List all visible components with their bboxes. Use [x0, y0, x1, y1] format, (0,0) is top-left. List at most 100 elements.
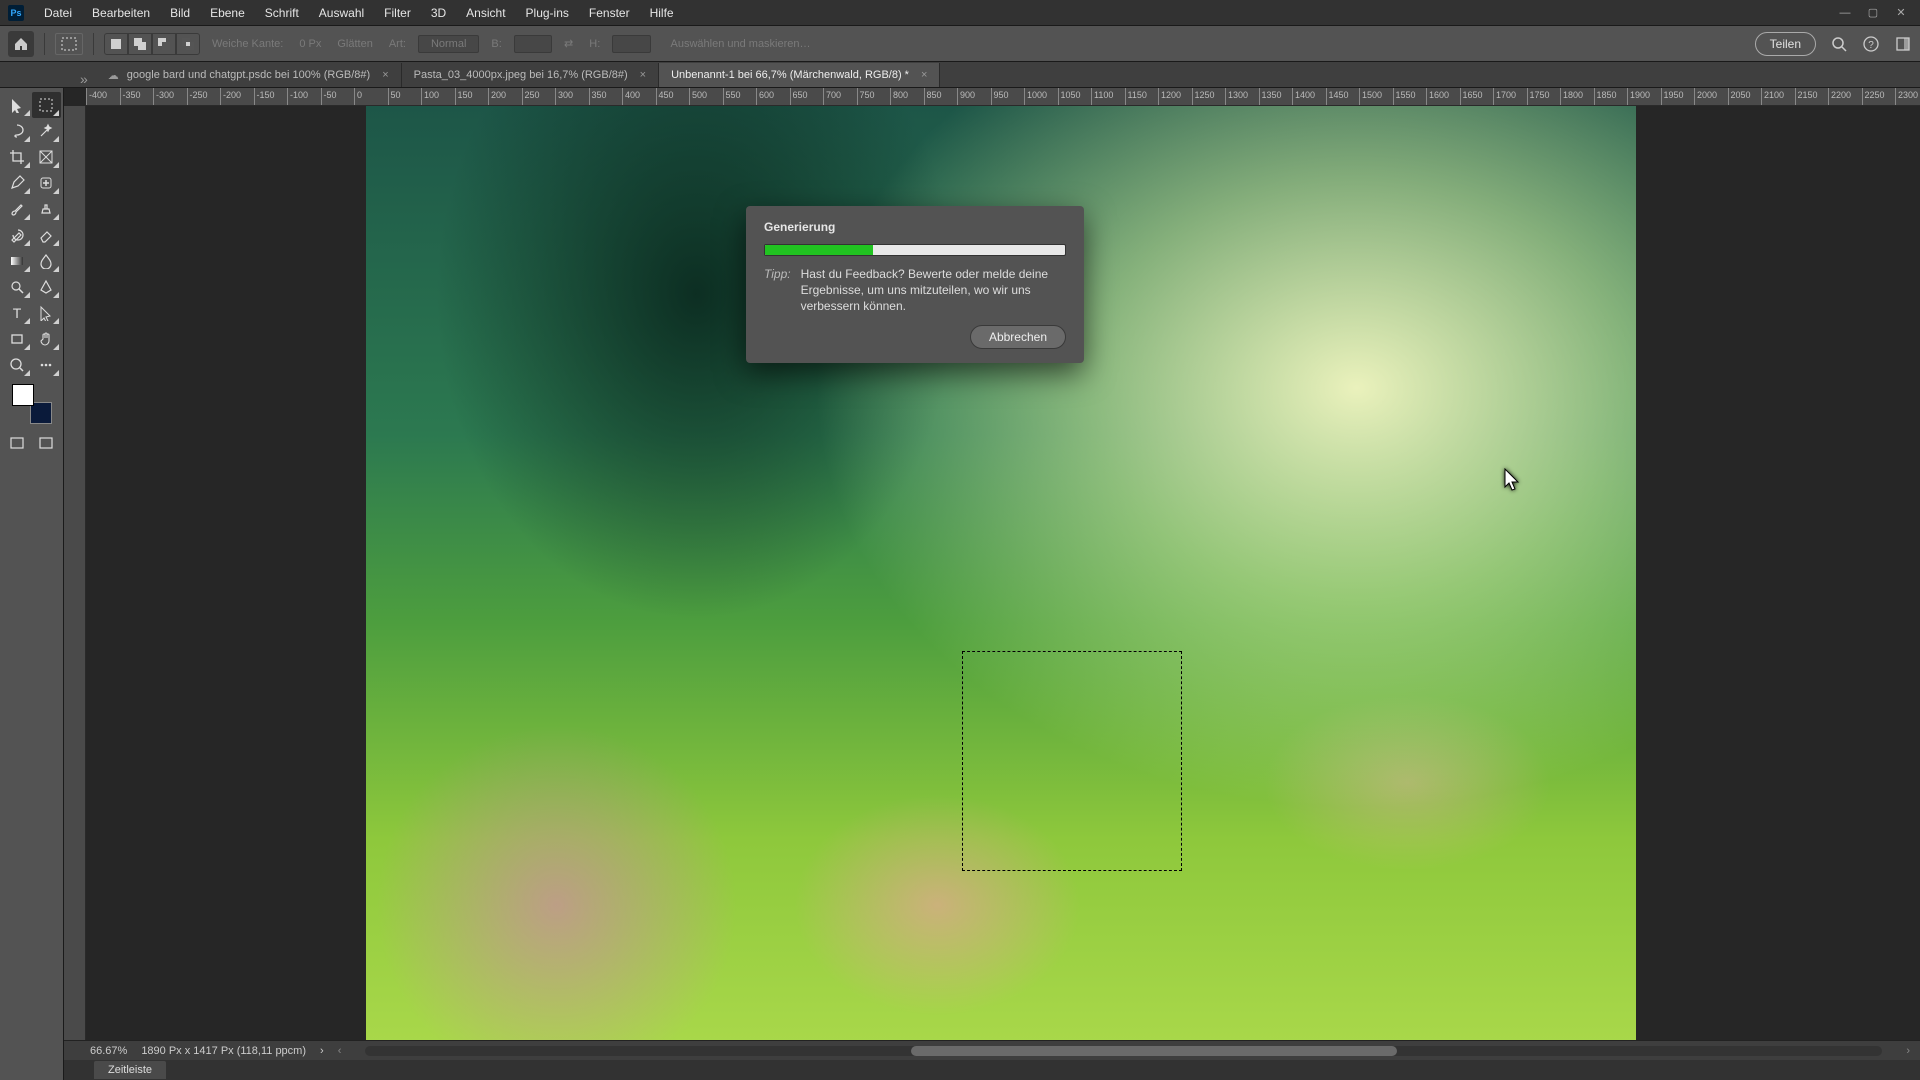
foreground-color-swatch[interactable]: [12, 384, 34, 406]
canvas-zone: -400-350-300-250-200-150-100-50050100150…: [64, 88, 1920, 1080]
ruler-tick: 950: [991, 88, 1025, 105]
dialog-title: Generierung: [764, 220, 1066, 234]
ruler-tick: 1450: [1326, 88, 1360, 105]
eraser-tool[interactable]: [32, 222, 62, 248]
close-tab-icon[interactable]: ×: [640, 69, 646, 81]
scrollbar-thumb[interactable]: [911, 1046, 1396, 1056]
ruler-tick: 1250: [1192, 88, 1226, 105]
pen-tool[interactable]: [32, 274, 62, 300]
selection-subtract-button[interactable]: [152, 33, 176, 55]
ruler-tick: 1400: [1292, 88, 1326, 105]
selection-intersect-button[interactable]: [176, 33, 200, 55]
menu-fenster[interactable]: Fenster: [579, 2, 640, 24]
ruler-tick: 600: [756, 88, 790, 105]
link-wh-icon: ⇄: [560, 37, 577, 50]
crop-tool[interactable]: [2, 144, 32, 170]
zoom-tool[interactable]: [2, 352, 32, 378]
eyedropper-tool[interactable]: [2, 170, 32, 196]
marquee-selection[interactable]: [962, 651, 1182, 871]
zoom-level[interactable]: 66.67%: [90, 1045, 127, 1057]
path-selection-tool[interactable]: [32, 300, 62, 326]
ruler-tick: 1700: [1493, 88, 1527, 105]
share-button[interactable]: Teilen: [1755, 32, 1816, 56]
ruler-tick: 2300: [1895, 88, 1920, 105]
ruler-tick: 400: [622, 88, 656, 105]
rectangle-tool[interactable]: [2, 326, 32, 352]
ruler-tick: 1800: [1560, 88, 1594, 105]
window-maximize-icon[interactable]: ▢: [1862, 4, 1884, 22]
history-brush-tool[interactable]: [2, 222, 32, 248]
menu-bild[interactable]: Bild: [160, 2, 200, 24]
marquee-tool[interactable]: [32, 92, 62, 118]
ruler-horizontal: -400-350-300-250-200-150-100-50050100150…: [86, 88, 1920, 106]
antialias-label: Glätten: [333, 38, 376, 50]
workspace-switch-icon[interactable]: [1894, 35, 1912, 53]
dodge-tool[interactable]: [2, 274, 32, 300]
info-chevron-icon[interactable]: ›: [320, 1045, 324, 1057]
ruler-tick: 2050: [1728, 88, 1762, 105]
ruler-tick: 1050: [1058, 88, 1092, 105]
progress-bar: [764, 244, 1066, 256]
window-minimize-icon[interactable]: —: [1834, 4, 1856, 22]
marquee-preview-icon[interactable]: [55, 33, 83, 55]
scroll-left-icon[interactable]: ‹: [338, 1045, 342, 1057]
document-tab[interactable]: Pasta_03_4000px.jpeg bei 16,7% (RGB/8#)×: [402, 63, 659, 87]
selection-add-button[interactable]: [128, 33, 152, 55]
menu-auswahl[interactable]: Auswahl: [309, 2, 374, 24]
close-tab-icon[interactable]: ×: [382, 69, 388, 81]
blur-tool[interactable]: [32, 248, 62, 274]
document-tab-label: google bard und chatgpt.psdc bei 100% (R…: [127, 69, 370, 81]
ruler-tick: -100: [287, 88, 321, 105]
frame-tool[interactable]: [32, 144, 62, 170]
ruler-tick: 50: [388, 88, 422, 105]
window-close-icon[interactable]: ✕: [1890, 4, 1912, 22]
menu-schrift[interactable]: Schrift: [255, 2, 309, 24]
toolbox: T: [0, 88, 64, 1080]
hand-tool[interactable]: [32, 326, 62, 352]
menu-bearbeiten[interactable]: Bearbeiten: [82, 2, 160, 24]
document-tab[interactable]: Unbenannt-1 bei 66,7% (Märchenwald, RGB/…: [659, 63, 940, 87]
selection-new-button[interactable]: [104, 33, 128, 55]
more-tool[interactable]: [32, 352, 62, 378]
gradient-tool[interactable]: [2, 248, 32, 274]
ruler-tick: 700: [823, 88, 857, 105]
search-icon[interactable]: [1830, 35, 1848, 53]
canvas-viewport[interactable]: Generierung Tipp: Hast du Feedback? Bewe…: [86, 106, 1920, 1040]
brush-tool[interactable]: [2, 196, 32, 222]
menu-hilfe[interactable]: Hilfe: [640, 2, 684, 24]
close-tab-icon[interactable]: ×: [921, 69, 927, 81]
tabs-scroll-chevron[interactable]: »: [72, 71, 96, 87]
ruler-vertical: [64, 106, 86, 1040]
move-tool[interactable]: [2, 92, 32, 118]
magic-wand-tool[interactable]: [32, 118, 62, 144]
cancel-button[interactable]: Abbrechen: [970, 325, 1066, 349]
lasso-tool[interactable]: [2, 118, 32, 144]
menu-filter[interactable]: Filter: [374, 2, 421, 24]
tip-body: Hast du Feedback? Bewerte oder melde dei…: [801, 266, 1066, 315]
quickmask-icon[interactable]: [32, 430, 62, 456]
menu-plug-ins[interactable]: Plug-ins: [516, 2, 579, 24]
scroll-right-icon[interactable]: ›: [1906, 1045, 1910, 1057]
menu-datei[interactable]: Datei: [34, 2, 82, 24]
healing-brush-tool[interactable]: [32, 170, 62, 196]
help-icon[interactable]: ?: [1862, 35, 1880, 53]
ruler-tick: -200: [220, 88, 254, 105]
document-tab-label: Unbenannt-1 bei 66,7% (Märchenwald, RGB/…: [671, 69, 909, 81]
screen-mode-icon[interactable]: [2, 430, 32, 456]
ruler-tick: 1650: [1460, 88, 1494, 105]
menu-3d[interactable]: 3D: [421, 2, 456, 24]
menu-ebene[interactable]: Ebene: [200, 2, 255, 24]
ruler-tick: -250: [187, 88, 221, 105]
horizontal-scrollbar[interactable]: [365, 1046, 1882, 1056]
select-and-mask-link: Auswählen und maskieren…: [671, 38, 811, 50]
timeline-tab[interactable]: Zeitleiste: [94, 1061, 166, 1079]
menu-ansicht[interactable]: Ansicht: [456, 2, 515, 24]
color-swatches[interactable]: [12, 384, 52, 424]
tip-label: Tipp:: [764, 266, 791, 315]
clone-stamp-tool[interactable]: [32, 196, 62, 222]
ruler-tick: 1100: [1091, 88, 1125, 105]
document-tab[interactable]: ☁google bard und chatgpt.psdc bei 100% (…: [96, 63, 402, 87]
home-button[interactable]: [8, 31, 34, 57]
type-tool[interactable]: T: [2, 300, 32, 326]
ruler-tick: 200: [488, 88, 522, 105]
